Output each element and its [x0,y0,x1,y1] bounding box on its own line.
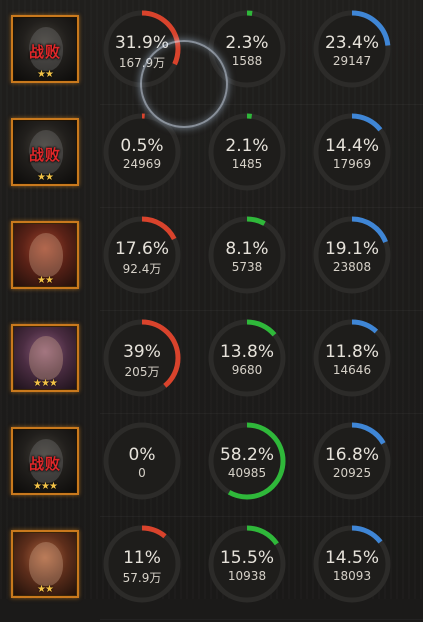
taken-stat-ring: 14.5% 18093 [312,524,392,604]
taken-percent: 11.8% [324,342,379,362]
damage-stat-ring: 39% 205万 [102,318,182,398]
taken-percent: 23.4% [324,33,379,53]
star-rating: ★★★ [33,481,58,492]
heal-stat-ring: 2.1% 1485 [207,112,287,192]
damage-stat-ring: 0.5% 24969 [102,112,182,192]
damage-stat-ring: 0% 0 [102,421,182,501]
hero-row: ★★★ 39% 205万 13.8% 9680 11.8% 14646 [0,313,423,416]
hero-face-image [29,542,63,586]
heal-stat-ring: 13.8% 9680 [207,318,287,398]
damage-stat-ring: 11% 57.9万 [102,524,182,604]
damage-stat-ring: 31.9% 167.9万 [102,9,182,89]
heal-stat-ring: 15.5% 10938 [207,524,287,604]
taken-stat-ring: 14.4% 17969 [312,112,392,192]
heal-value: 1588 [231,54,263,68]
damage-value: 0 [138,466,146,480]
star-rating: ★★ [37,172,54,183]
damage-value: 205万 [124,365,160,379]
heal-stat-ring: 8.1% 5738 [207,215,287,295]
hero-portrait[interactable]: 战败 ★★ [11,15,79,83]
hero-face-image [29,336,63,380]
taken-percent: 19.1% [324,239,379,259]
taken-percent: 14.5% [324,548,379,568]
hero-row: 战败 ★★ 0.5% 24969 2.1% 1485 14.4% 17969 [0,107,423,210]
hero-portrait[interactable]: 战败 ★★ [11,118,79,186]
damage-percent: 0% [128,445,156,465]
hero-portrait[interactable]: ★★ [11,530,79,598]
damage-value: 167.9万 [118,56,166,70]
hero-face-image [29,233,63,277]
taken-stat-ring: 19.1% 23808 [312,215,392,295]
taken-value: 29147 [332,54,372,68]
hero-portrait[interactable]: ★★ [11,221,79,289]
heal-value: 1485 [231,157,263,171]
damage-stat-ring: 17.6% 92.4万 [102,215,182,295]
defeat-label: 战败 [28,455,61,473]
heal-stat-ring: 58.2% 40985 [207,421,287,501]
hero-row: 战败 ★★ 31.9% 167.9万 2.3% 1588 23.4% 29147 [0,4,423,107]
star-rating: ★★ [37,584,54,595]
star-rating: ★★ [37,69,54,80]
hero-row: ★★ 17.6% 92.4万 8.1% 5738 19.1% 23808 [0,210,423,313]
damage-percent: 17.6% [114,239,169,259]
heal-percent: 13.8% [219,342,274,362]
damage-value: 57.9万 [122,571,162,585]
heal-percent: 58.2% [219,445,274,465]
defeat-label: 战败 [28,43,61,61]
damage-percent: 0.5% [120,136,164,156]
heal-percent: 2.3% [225,33,269,53]
heal-value: 10938 [227,569,267,583]
taken-percent: 14.4% [324,136,379,156]
star-rating: ★★★ [33,378,58,389]
heal-value: 5738 [231,260,263,274]
damage-value: 24969 [122,157,162,171]
damage-percent: 31.9% [114,33,169,53]
hero-row: 战败 ★★★ 0% 0 58.2% 40985 16.8% 20925 [0,416,423,519]
damage-value: 92.4万 [122,262,162,276]
taken-stat-ring: 16.8% 20925 [312,421,392,501]
taken-value: 18093 [332,569,372,583]
hero-row: ★★ 11% 57.9万 15.5% 10938 14.5% 18093 [0,519,423,622]
taken-value: 23808 [332,260,372,274]
heal-percent: 15.5% [219,548,274,568]
taken-value: 14646 [332,363,372,377]
heal-value: 9680 [231,363,263,377]
damage-percent: 11% [123,548,161,568]
taken-value: 17969 [332,157,372,171]
taken-value: 20925 [332,466,372,480]
heal-stat-ring: 2.3% 1588 [207,9,287,89]
hero-portrait[interactable]: 战败 ★★★ [11,427,79,495]
battle-stats-panel: 战败 ★★ 31.9% 167.9万 2.3% 1588 23.4% 29147 战败 ★★ 0.5… [0,0,423,620]
heal-percent: 8.1% [225,239,269,259]
damage-percent: 39% [123,342,161,362]
taken-stat-ring: 11.8% 14646 [312,318,392,398]
star-rating: ★★ [37,275,54,286]
taken-percent: 16.8% [324,445,379,465]
defeat-label: 战败 [28,146,61,164]
heal-value: 40985 [227,466,267,480]
taken-stat-ring: 23.4% 29147 [312,9,392,89]
hero-portrait[interactable]: ★★★ [11,324,79,392]
heal-percent: 2.1% [225,136,269,156]
